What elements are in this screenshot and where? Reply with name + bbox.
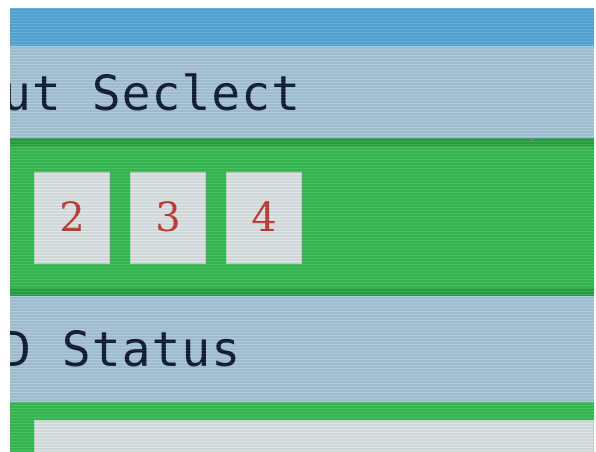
input-select-header: ut Seclect xyxy=(10,46,594,138)
pixel-defect xyxy=(530,138,533,141)
input-2-button[interactable]: 2 xyxy=(34,172,110,264)
status-field[interactable] xyxy=(34,420,594,452)
status-title: D Status xyxy=(10,322,242,378)
input-4-button[interactable]: 4 xyxy=(226,172,302,264)
status-row xyxy=(10,402,594,452)
input-select-title: ut Seclect xyxy=(10,66,301,122)
input-button-row: 2 3 4 xyxy=(10,138,594,296)
top-banner xyxy=(10,8,594,46)
row-divider-bottom xyxy=(10,288,594,296)
input-3-button[interactable]: 3 xyxy=(130,172,206,264)
lcd-screen: ut Seclect 2 3 4 D Status xyxy=(10,8,594,452)
row-divider-top xyxy=(10,138,594,146)
status-header: D Status xyxy=(10,296,594,402)
